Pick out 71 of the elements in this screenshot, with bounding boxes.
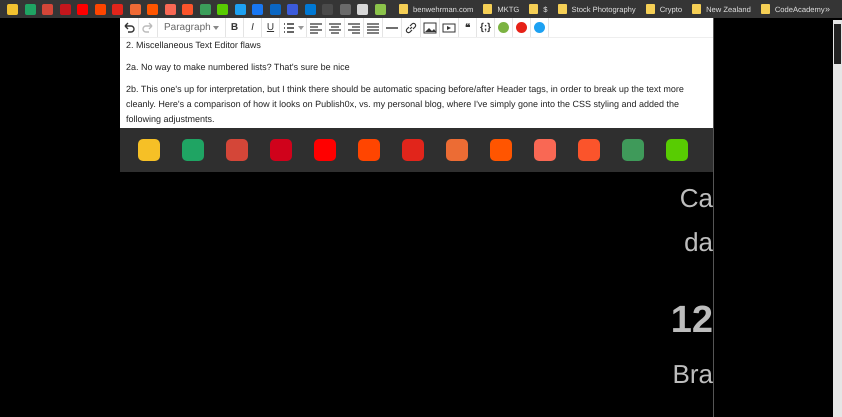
bookmark-icon[interactable] xyxy=(7,4,18,14)
app-icon[interactable] xyxy=(666,139,688,161)
bookmark-icon[interactable] xyxy=(164,4,176,14)
align-left-icon xyxy=(309,20,323,34)
folder-icon xyxy=(483,4,492,14)
app-icon[interactable] xyxy=(534,139,556,161)
app-icon[interactable] xyxy=(446,139,468,161)
scrollbar[interactable] xyxy=(833,20,842,417)
bookmark-icon[interactable] xyxy=(357,4,368,14)
redo-icon xyxy=(141,20,155,34)
image-button[interactable] xyxy=(421,18,440,37)
rule-button[interactable] xyxy=(383,18,402,37)
link-icon xyxy=(404,20,418,34)
italic-button[interactable]: I xyxy=(244,18,262,37)
preview-text: Bra xyxy=(672,358,713,391)
bookmark-icon[interactable] xyxy=(374,4,386,14)
format-dropdown[interactable]: Paragraph xyxy=(158,18,226,37)
code-button[interactable]: {;} xyxy=(477,18,495,37)
align-center-icon xyxy=(328,20,342,34)
app-icon[interactable] xyxy=(578,139,600,161)
folder-icon xyxy=(646,4,655,14)
overflow-button[interactable]: » xyxy=(824,4,830,14)
justify-icon xyxy=(366,20,380,34)
line-icon xyxy=(385,26,399,28)
list-icon xyxy=(282,20,296,34)
bookmark-icon[interactable] xyxy=(130,4,141,14)
bookmark-icon[interactable] xyxy=(234,4,246,14)
align-right-button[interactable] xyxy=(345,18,364,37)
caret-icon xyxy=(213,26,219,30)
bold-button[interactable]: B xyxy=(226,18,244,37)
bookmark-icon[interactable] xyxy=(200,4,211,14)
media-button[interactable] xyxy=(440,18,459,37)
bookmark-icon[interactable] xyxy=(217,4,228,14)
app-icon[interactable] xyxy=(490,139,512,161)
align-center-button[interactable] xyxy=(326,18,345,37)
bookmark-icon[interactable] xyxy=(182,4,194,14)
bookmark-icon[interactable] xyxy=(94,4,106,14)
play-icon xyxy=(442,20,456,34)
preview-text: da xyxy=(684,226,713,259)
caret-icon xyxy=(298,26,304,30)
justify-button[interactable] xyxy=(364,18,383,37)
folder-icon xyxy=(760,4,770,14)
folder-icon xyxy=(529,4,538,14)
circle-icon xyxy=(516,22,527,33)
quote-button[interactable]: ❝ xyxy=(459,18,477,37)
app-icon[interactable] xyxy=(358,139,380,161)
folder-icon xyxy=(399,4,408,14)
app-icon[interactable] xyxy=(138,139,160,161)
bookmark-icon[interactable] xyxy=(24,4,36,14)
align-left-button[interactable] xyxy=(307,18,326,37)
circle-button[interactable] xyxy=(495,18,513,37)
underline-button[interactable]: U xyxy=(262,18,280,37)
folder-icon xyxy=(558,4,567,14)
circle-icon xyxy=(534,22,545,33)
text-editor[interactable] xyxy=(120,38,713,128)
app-icon[interactable] xyxy=(314,139,336,161)
undo-icon xyxy=(122,20,136,34)
folder-icon xyxy=(692,4,702,14)
align-right-icon xyxy=(347,20,361,34)
circle-button[interactable] xyxy=(513,18,531,37)
paragraph: 2a. No way to make numbered lists? That's sure be nice xyxy=(126,61,351,74)
circle-button[interactable] xyxy=(531,18,549,37)
bookmark-icon[interactable] xyxy=(147,4,158,14)
paragraph: 2b. This one's up for interpretation, but I think there should be automatic spacing before/after Header tags, in order to break up the text more cleanly. Here's a comparison of how it looks on Publish0x, vs. my personal blog, where I've simply gone into the CSS styling and added the following adjustments. xyxy=(126,83,685,126)
preview-heading: 12 xyxy=(670,298,713,343)
app-icon[interactable] xyxy=(182,139,204,161)
app-icon[interactable] xyxy=(622,139,644,161)
paragraph: 2. Miscellaneous Text Editor flaws xyxy=(126,39,262,52)
circle-icon xyxy=(498,22,509,33)
preview-text: Ca xyxy=(680,182,713,215)
image-icon xyxy=(423,20,437,34)
